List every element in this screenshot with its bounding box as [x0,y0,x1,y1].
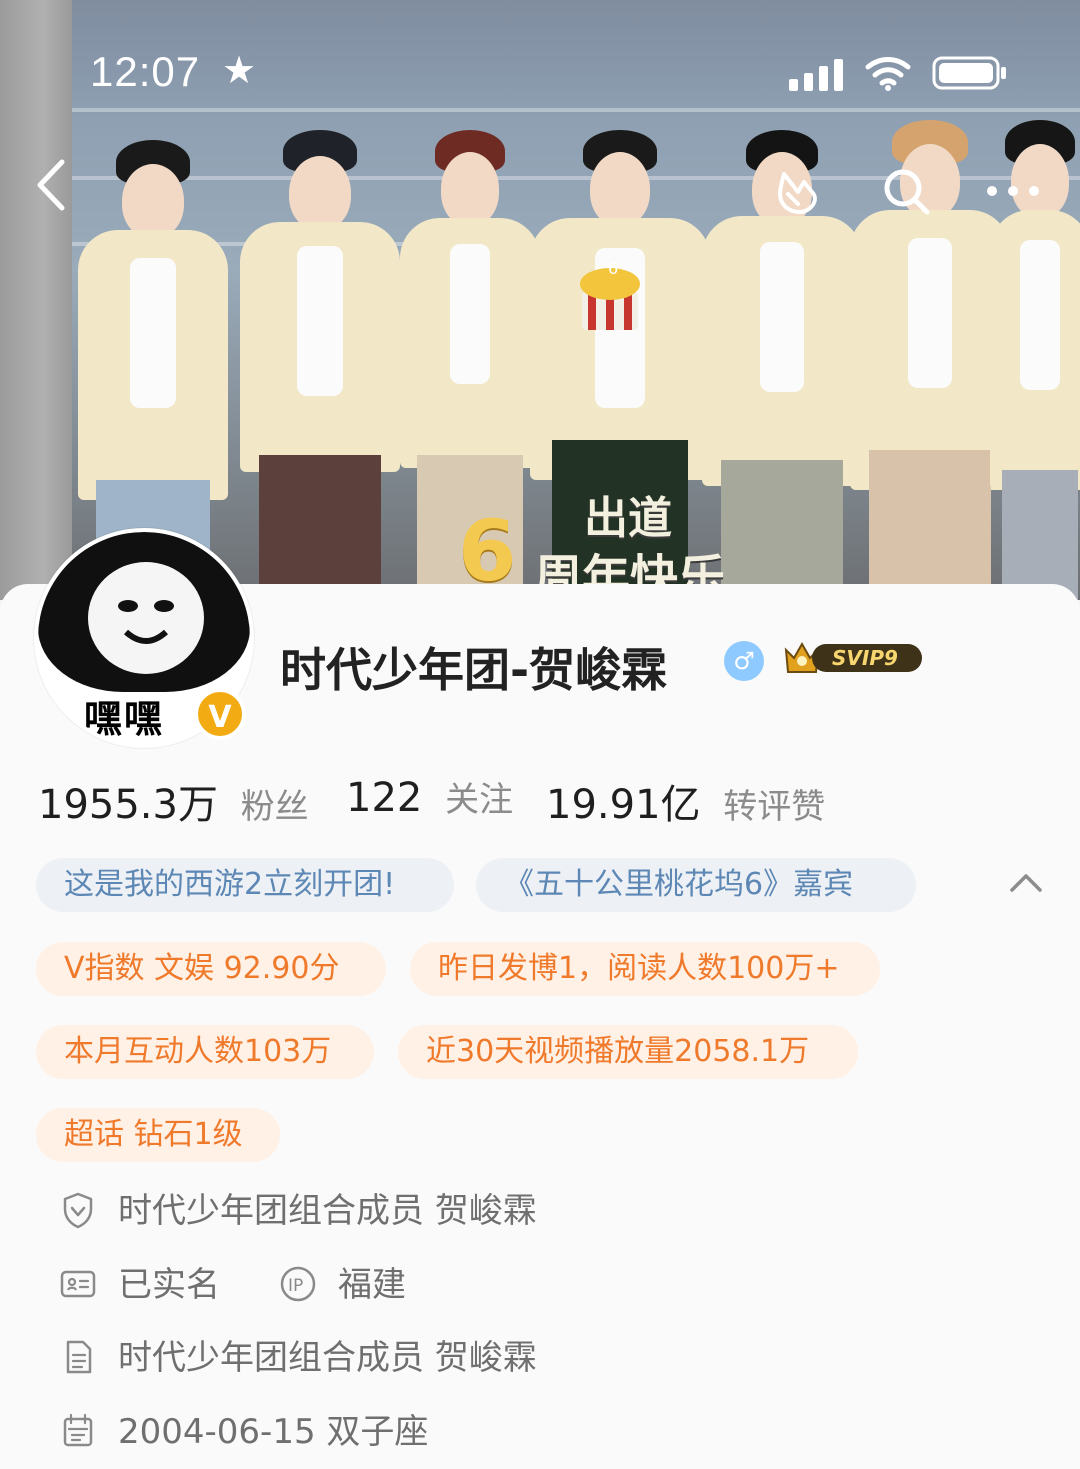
avatar-face [38,532,250,692]
verification-row: 已实名 IP 福建 [58,1260,758,1310]
battery-icon [932,56,1006,90]
stat-chip[interactable]: 近30天视频播放量2058.1万 [398,1025,858,1079]
male-icon: ♂ [724,641,764,681]
star-icon: ★ [222,48,257,92]
real-name-text: 已实名 [118,1265,220,1305]
back-arrow-icon[interactable] [32,156,72,214]
stat-chip[interactable]: 本月互动人数103万 [36,1025,374,1079]
interaction-stat[interactable]: 19.91亿 转评赞 [546,772,825,830]
id-card-icon [60,1270,96,1298]
interaction-count: 19.91亿 [546,782,701,828]
bio-row: 时代少年团组合成员 贺峻霖 [58,1333,758,1383]
following-count: 122 [346,775,423,821]
svg-text:6: 6 [608,259,618,278]
tag-chip[interactable]: 《五十公里桃花坞6》嘉宾 [476,858,916,912]
tag-chip[interactable]: 这是我的西游2立刻开团! [36,858,454,912]
profile-name: 时代少年团-贺峻霖 [280,643,668,697]
followers-stat[interactable]: 1955.3万 粉丝 [38,772,309,830]
shield-icon [63,1192,93,1229]
signal-icon [789,59,843,91]
status-time: 12:07 [90,48,201,95]
document-icon [66,1340,92,1374]
role-text: 时代少年团组合成员 贺峻霖 [118,1191,537,1231]
role-row: 时代少年团组合成员 贺峻霖 [58,1186,758,1236]
following-stat[interactable]: 122 关注 [346,772,513,821]
svip-badge[interactable]: SVIP9 [780,634,926,682]
ip-location: 福建 [338,1265,406,1305]
chevron-up-icon[interactable] [1006,868,1046,898]
super-topic-chip[interactable]: 超话 钻石1级 [36,1108,280,1162]
followers-label: 粉丝 [240,787,309,827]
status-bar: 12:07 ★ [0,0,1080,140]
birthday-text: 2004-06-15 双子座 [118,1412,429,1452]
wifi-icon [865,57,911,91]
cake-image: 6 [580,259,640,330]
bio-text: 时代少年团组合成员 贺峻霖 [118,1338,537,1378]
svg-text:IP: IP [288,1276,303,1296]
verified-badge: V [194,688,246,740]
cover-overlay-title: 出道 [584,493,672,544]
cover-person [240,130,400,600]
avatar-caption: 嘿嘿 [84,697,165,741]
following-label: 关注 [445,780,514,820]
search-icon[interactable] [881,166,933,218]
stat-chip[interactable]: 昨日发博1，阅读人数100万+ [410,942,880,996]
interaction-label: 转评赞 [723,787,826,827]
ip-icon: IP [280,1266,316,1302]
calendar-icon [63,1413,93,1447]
birthday-row: 2004-06-15 双子座 [58,1407,758,1457]
stat-chip[interactable]: V指数 文娱 92.90分 [36,942,386,996]
followers-count: 1955.3万 [38,782,218,828]
svip-level: SVIP9 [812,644,922,672]
heart-hand-icon[interactable] [770,164,826,220]
more-icon[interactable] [984,176,1042,206]
